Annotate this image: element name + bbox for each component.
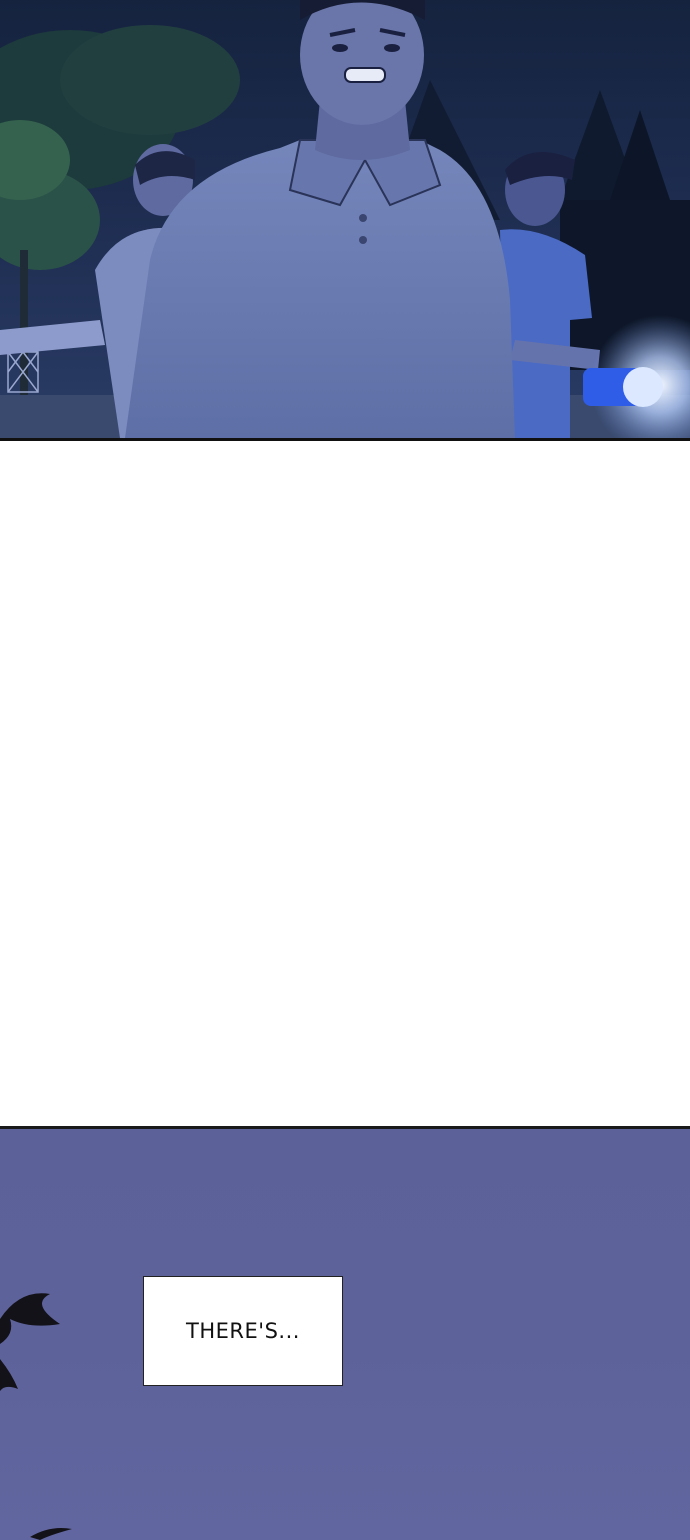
dusk-sky-illustration <box>0 1293 72 1540</box>
caption-box: THERE'S... <box>143 1276 343 1386</box>
comic-panel-top <box>0 0 690 441</box>
panel-gutter <box>0 441 690 1126</box>
night-scene-illustration <box>0 0 690 438</box>
caption-text: THERE'S... <box>186 1319 300 1343</box>
comic-panel-bottom: THERE'S... <box>0 1126 690 1540</box>
leaves-silhouette <box>0 1293 72 1540</box>
